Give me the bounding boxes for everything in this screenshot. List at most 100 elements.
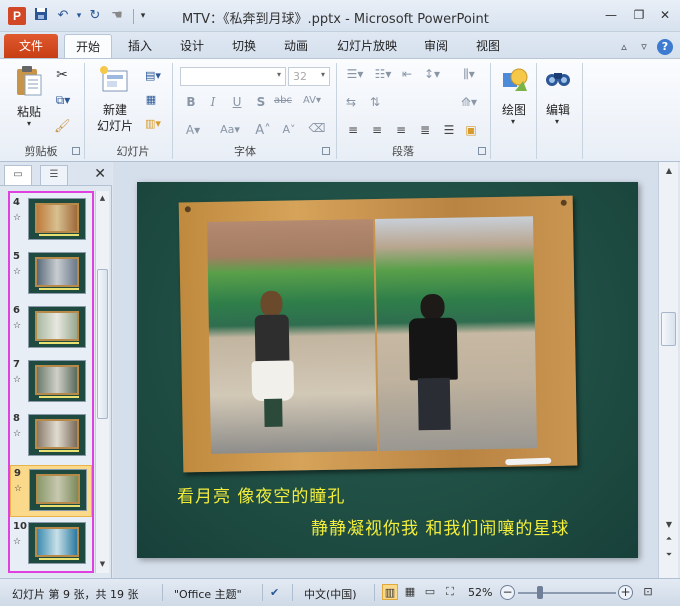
lyric-line-2[interactable]: 静静凝视你我 和我们闹嚷的星球	[311, 514, 569, 539]
redo-icon[interactable]: ↻	[86, 7, 104, 25]
paste-button[interactable]: 粘贴	[14, 103, 44, 120]
shadow-icon[interactable]: S	[252, 95, 270, 109]
paste-dropdown-icon[interactable]: ▾	[20, 119, 38, 128]
ribbon-options-icon[interactable]: ▿	[636, 39, 652, 55]
strikethrough-icon[interactable]: abc	[274, 95, 292, 106]
save-icon[interactable]	[32, 7, 50, 25]
char-spacing-icon[interactable]: AV▾	[300, 95, 324, 106]
scroll-down-icon[interactable]: ▼	[661, 518, 677, 532]
underline-icon[interactable]: U	[228, 95, 246, 109]
shrink-font-icon[interactable]: A˅	[280, 123, 298, 136]
change-case-icon[interactable]: Aa▾	[216, 123, 244, 136]
thumbnail-slide-5[interactable]: 5 ☆	[10, 249, 92, 301]
justify-icon[interactable]: ≣	[416, 123, 434, 137]
spell-check-icon[interactable]: ✔	[270, 586, 279, 599]
outline-tab-icon[interactable]: ☰	[40, 165, 68, 185]
cut-icon[interactable]: ✂	[54, 67, 70, 83]
tab-transitions[interactable]: 切换	[224, 34, 264, 59]
drawing-button[interactable]: 绘图	[496, 101, 532, 118]
decrease-indent-icon[interactable]: ⇤	[398, 67, 416, 81]
thumbnail-slide-7[interactable]: 7 ☆	[10, 357, 92, 409]
numbering-icon[interactable]: ☷▾	[372, 67, 394, 81]
close-pane-icon[interactable]: ✕	[94, 166, 106, 182]
lyric-line-1[interactable]: 看月亮 像夜空的瞳孔	[177, 482, 345, 507]
powerpoint-app-icon[interactable]: P	[8, 7, 26, 25]
section-icon[interactable]: ▥▾	[142, 117, 164, 130]
thumbnail-slide-8[interactable]: 8 ☆	[10, 411, 92, 463]
clipboard-launcher-icon[interactable]	[72, 147, 80, 155]
tab-review[interactable]: 审阅	[416, 34, 456, 59]
scroll-up-icon[interactable]: ▲	[661, 164, 677, 178]
slide-scroll-thumb[interactable]	[661, 312, 676, 346]
layout-icon[interactable]: ▤▾	[142, 69, 164, 82]
editing-button[interactable]: 编辑	[540, 101, 576, 118]
drawing-icon[interactable]	[500, 65, 530, 95]
smartart-icon[interactable]: ▣	[462, 123, 480, 137]
bullets-icon[interactable]: ☰▾	[344, 67, 366, 81]
line-spacing-icon[interactable]: ↕▾	[420, 67, 444, 81]
zoom-out-button[interactable]: −	[500, 585, 515, 600]
font-name-combo[interactable]	[180, 67, 286, 86]
zoom-slider-thumb[interactable]	[537, 586, 543, 599]
restore-button[interactable]: ❐	[628, 6, 650, 24]
thumbnail-slide-4[interactable]: 4 ☆	[10, 195, 92, 247]
tab-view[interactable]: 视图	[468, 34, 508, 59]
align-text-icon[interactable]: ⇅	[366, 95, 384, 109]
wooden-photo-frame[interactable]	[178, 195, 578, 473]
columns-icon[interactable]: ⫼▾	[458, 67, 480, 82]
tab-home[interactable]: 开始	[64, 34, 112, 59]
editing-dropdown-icon[interactable]: ▾	[548, 117, 566, 126]
current-slide[interactable]: 看月亮 像夜空的瞳孔 静静凝视你我 和我们闹嚷的星球	[137, 182, 638, 558]
new-slide-button[interactable]: 幻灯片	[92, 117, 138, 134]
minimize-button[interactable]: —	[600, 6, 622, 24]
tab-insert[interactable]: 插入	[120, 34, 160, 59]
font-name-dropdown-icon[interactable]: ▾	[274, 70, 284, 79]
reset-icon[interactable]: ▦	[142, 93, 160, 106]
slideshow-view-icon[interactable]: ⛶	[442, 584, 458, 600]
font-launcher-icon[interactable]	[322, 147, 330, 155]
zoom-in-button[interactable]: +	[618, 585, 633, 600]
zoom-slider-track[interactable]	[518, 592, 616, 594]
drawing-dropdown-icon[interactable]: ▾	[504, 117, 522, 126]
touch-icon[interactable]: ☚	[108, 7, 126, 25]
find-icon[interactable]	[544, 67, 572, 95]
tab-design[interactable]: 设计	[172, 34, 212, 59]
customize-quick-access-icon[interactable]: ▾	[134, 7, 152, 25]
copy-icon[interactable]: ⧉▾	[52, 93, 74, 108]
grow-font-icon[interactable]: A˄	[254, 123, 272, 138]
distributed-icon[interactable]: ☰	[440, 123, 458, 137]
language-indicator[interactable]: 中文(中国)	[304, 586, 357, 602]
text-direction-icon[interactable]: ⟰▾	[458, 95, 480, 109]
help-icon[interactable]: ?	[657, 39, 673, 55]
thumbnail-slide-10[interactable]: 10 ☆	[10, 519, 92, 571]
bold-icon[interactable]: B	[182, 95, 200, 109]
zoom-level[interactable]: 52%	[468, 586, 492, 599]
thumbnail-slide-6[interactable]: 6 ☆	[10, 303, 92, 355]
thumbnail-scrollbar[interactable]: ▲ ▼	[95, 191, 109, 573]
clear-formatting-icon[interactable]: ⌫	[308, 121, 326, 135]
font-size-dropdown-icon[interactable]: ▾	[318, 70, 328, 79]
new-slide-icon[interactable]	[98, 65, 130, 99]
thumbnail-slide-9-selected[interactable]: 9 ☆	[10, 465, 92, 517]
align-right-icon[interactable]: ≡	[392, 123, 410, 137]
tab-slideshow[interactable]: 幻灯片放映	[332, 34, 402, 59]
format-painter-icon[interactable]: 🖌	[54, 119, 71, 134]
collapse-ribbon-icon[interactable]: ▵	[616, 39, 632, 55]
align-left-icon[interactable]: ≡	[344, 123, 362, 137]
italic-icon[interactable]: I	[204, 95, 222, 109]
slide-scrollbar[interactable]: ▲ ▼ ⏶ ⏷	[658, 162, 678, 578]
tab-file[interactable]: 文件	[4, 34, 58, 59]
fit-to-window-icon[interactable]: ⊡	[640, 584, 656, 600]
slides-tab-icon[interactable]: ▭	[4, 165, 32, 185]
align-center-icon[interactable]: ≡	[368, 123, 386, 137]
font-color-icon[interactable]: A▾	[184, 123, 202, 137]
paragraph-launcher-icon[interactable]	[478, 147, 486, 155]
paste-icon[interactable]	[14, 65, 44, 99]
scroll-up-icon[interactable]: ▲	[96, 191, 109, 205]
new-slide-label[interactable]: 新建	[96, 101, 134, 118]
tab-animations[interactable]: 动画	[276, 34, 316, 59]
next-slide-icon[interactable]: ⏷	[661, 548, 677, 562]
scroll-down-icon[interactable]: ▼	[96, 557, 109, 571]
direction-icon[interactable]: ⇆	[342, 95, 360, 109]
reading-view-icon[interactable]: ▭	[422, 584, 438, 600]
